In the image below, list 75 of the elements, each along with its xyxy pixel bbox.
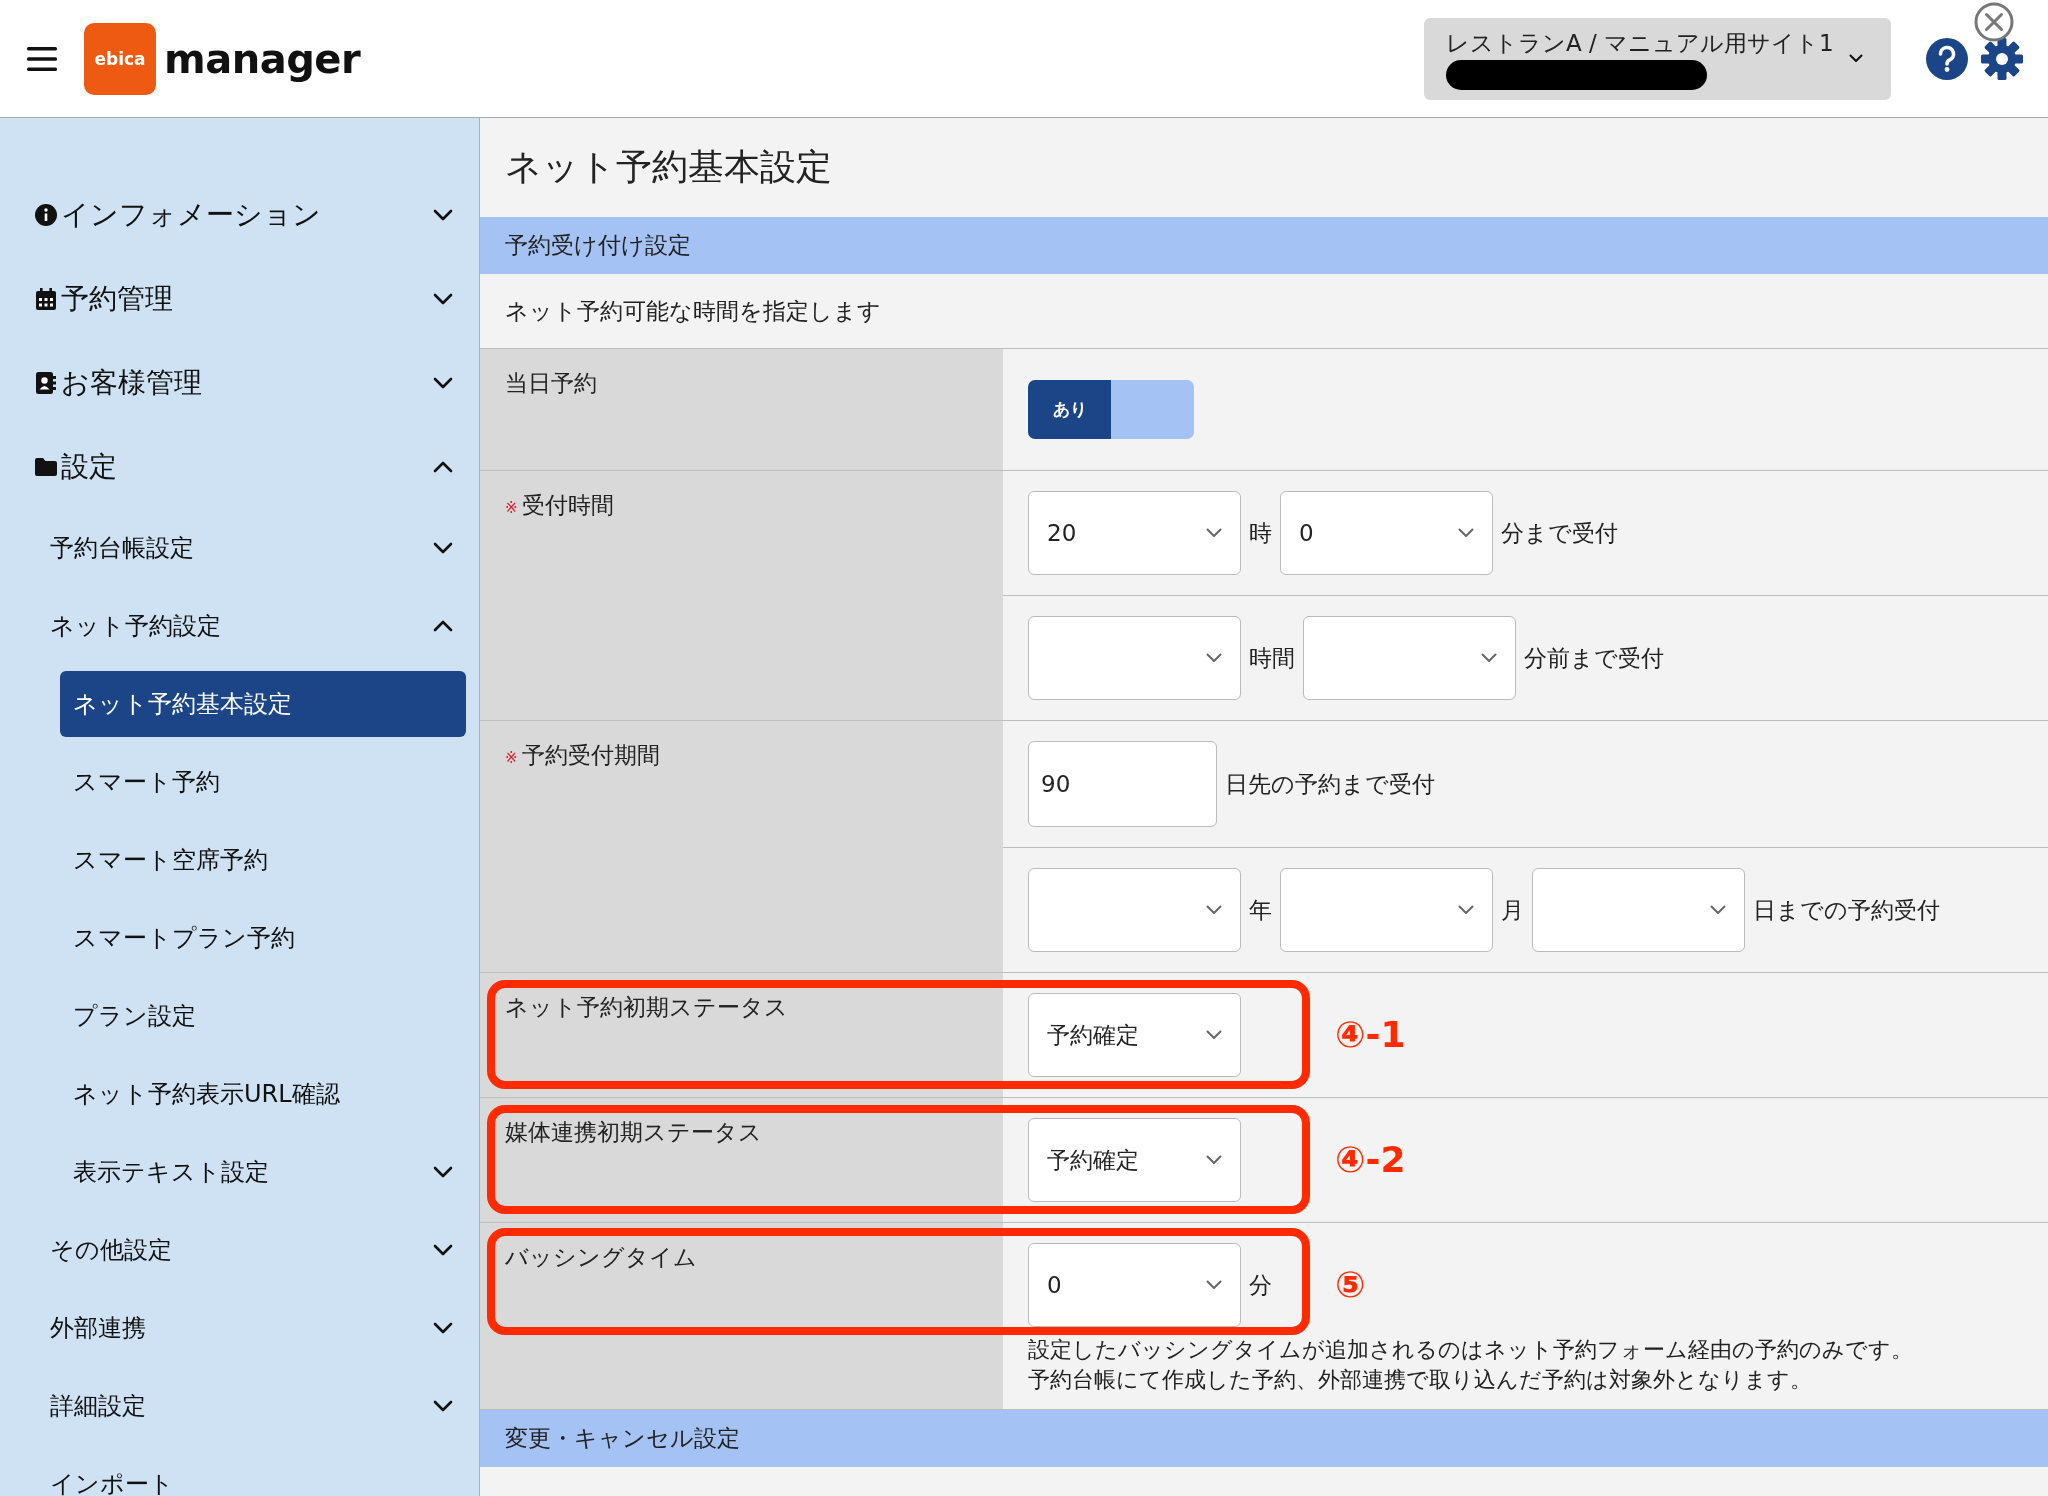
field-label: 媒体連携初期ステータス: [505, 1118, 762, 1147]
settings-icon[interactable]: [1980, 36, 2024, 81]
field-text: 分まで受付: [1501, 518, 1618, 548]
chevron-down-icon: [1206, 905, 1222, 915]
input-field[interactable]: 90: [1028, 741, 1217, 827]
field-text: 分前まで受付: [1524, 643, 1664, 673]
select-field[interactable]: 0: [1028, 1243, 1241, 1327]
sidebar-item[interactable]: インポート: [0, 1445, 479, 1496]
annotation-label: ④-1: [1335, 1013, 1406, 1057]
logo-text: manager: [164, 35, 361, 82]
chevron-down-icon: [1458, 528, 1474, 538]
sidebar-item[interactable]: 外部連携: [0, 1289, 479, 1367]
section-description: ネット予約可能な時間を指定します: [505, 296, 881, 326]
annotation-label: ④-2: [1335, 1138, 1406, 1182]
sidebar-item[interactable]: 予約台帳設定: [0, 509, 479, 587]
field-text: 分: [1249, 1270, 1272, 1300]
field-text: 月: [1501, 895, 1524, 925]
select-field[interactable]: 予約確定: [1028, 1118, 1241, 1202]
section-header: 予約受け付け設定: [480, 217, 2048, 274]
close-icon[interactable]: [1974, 2, 2014, 42]
chevron-down-icon: [1206, 1155, 1222, 1165]
site-selector[interactable]: レストランA / マニュアル用サイト1: [1424, 17, 1891, 100]
select-field[interactable]: [1532, 868, 1745, 952]
field-text: 年: [1249, 895, 1272, 925]
contact-book-icon: [35, 372, 57, 394]
chevron-down-icon: [1206, 653, 1222, 663]
sidebar-item[interactable]: スマートプラン予約: [60, 905, 466, 971]
sidebar-item[interactable]: お客様管理: [0, 341, 479, 425]
folder-icon: [35, 458, 57, 476]
sidebar-item[interactable]: 設定: [0, 425, 479, 509]
chevron-down-icon: [1710, 905, 1726, 915]
sidebar-item[interactable]: 予約管理: [0, 257, 479, 341]
help-text: 設定したバッシングタイムが追加されるのはネット予約フォーム経由の予約のみです。 予約台帳にて作成した予約、外部連携で取り込んだ予約は対象外となります。: [1027, 1336, 1914, 1394]
chevron-down-icon: [1481, 653, 1497, 663]
field-text: 時間: [1249, 643, 1295, 673]
sidebar-item[interactable]: ネット予約表示URL確認: [60, 1061, 466, 1127]
field-label: 受付時間: [521, 491, 614, 520]
field-label: 当日予約: [505, 369, 597, 398]
field-text: 時: [1249, 518, 1272, 548]
sidebar-item[interactable]: 詳細設定: [0, 1367, 479, 1445]
select-field[interactable]: [1028, 616, 1241, 700]
info-icon: [35, 204, 57, 226]
help-icon[interactable]: [1926, 37, 1968, 80]
field-text: 日までの予約受付: [1753, 895, 1940, 925]
select-field[interactable]: [1028, 868, 1241, 952]
field-label: ネット予約初期ステータス: [505, 993, 788, 1022]
section-header: 変更・キャンセル設定: [480, 1410, 2048, 1467]
calendar-icon: [35, 288, 57, 310]
select-field[interactable]: 予約確定: [1028, 993, 1241, 1077]
select-field[interactable]: 20: [1028, 491, 1241, 575]
page-title: ネット予約基本設定: [504, 145, 833, 189]
required-mark: ※: [505, 498, 518, 519]
sidebar-item[interactable]: 表示テキスト設定: [60, 1139, 466, 1205]
select-field[interactable]: [1280, 868, 1493, 952]
sidebar-item[interactable]: ネット予約基本設定: [60, 671, 466, 737]
chevron-down-icon: [1206, 1280, 1222, 1290]
chevron-down-icon: [1458, 905, 1474, 915]
sidebar-item[interactable]: スマート予約: [60, 749, 466, 815]
sidebar-item[interactable]: その他設定: [0, 1211, 479, 1289]
menu-icon[interactable]: [27, 46, 57, 71]
select-field[interactable]: 0: [1280, 491, 1493, 575]
sidebar-item[interactable]: ネット予約設定: [0, 587, 479, 665]
chevron-down-icon: [1206, 1030, 1222, 1040]
logo-badge: ebica: [84, 22, 156, 95]
field-label: 予約受付期間: [521, 741, 660, 770]
chevron-down-icon: [1849, 54, 1863, 63]
required-mark: ※: [505, 748, 518, 769]
sidebar-item[interactable]: プラン設定: [60, 983, 466, 1049]
annotation-label: ⑤: [1335, 1263, 1366, 1307]
select-field[interactable]: [1303, 616, 1516, 700]
field-label: バッシングタイム: [505, 1243, 697, 1272]
chevron-down-icon: [1206, 528, 1222, 538]
sidebar-item[interactable]: インフォメーション: [0, 173, 479, 257]
field-text: 日先の予約まで受付: [1225, 769, 1435, 799]
sidebar-item[interactable]: スマート空席予約: [60, 827, 466, 893]
